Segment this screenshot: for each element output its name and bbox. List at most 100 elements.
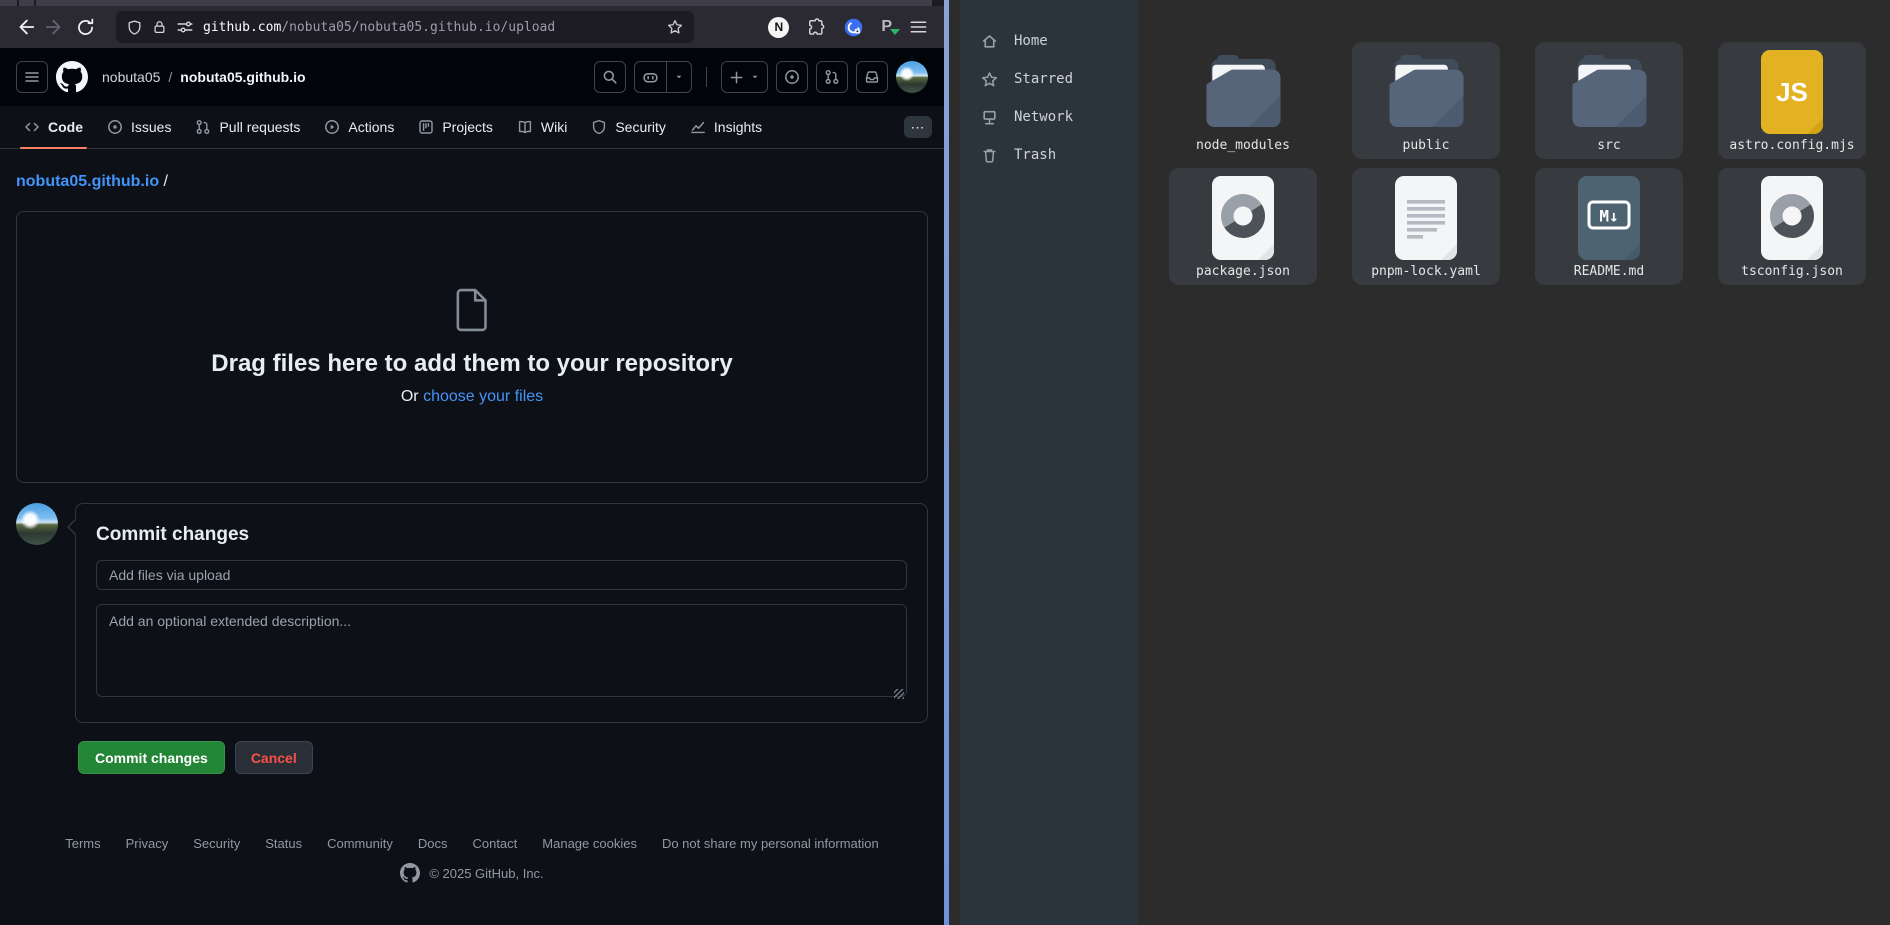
file-tile-pnpm-lock[interactable]: pnpm-lock.yaml (1352, 168, 1500, 285)
breadcrumb-trailing-slash: / (164, 173, 168, 190)
svg-text:JS: JS (1776, 77, 1808, 107)
commit-panel: Commit changes (75, 503, 928, 723)
yaml-file-icon (1395, 176, 1457, 260)
nav-overflow-button[interactable]: ⋯ (904, 116, 932, 138)
footer-link-do-not-share[interactable]: Do not share my personal information (662, 836, 879, 851)
commit-avatar (16, 503, 58, 545)
owner-link[interactable]: nobuta05 (102, 69, 160, 85)
chevron-down-icon (674, 72, 684, 82)
plus-icon (729, 70, 744, 85)
trash-icon (981, 147, 998, 164)
copilot-button[interactable] (634, 61, 692, 93)
footer-copyright: © 2025 GitHub, Inc. (16, 863, 928, 883)
footer-link-docs[interactable]: Docs (418, 836, 448, 851)
github-header: nobuta05 / nobuta05.github.io (0, 48, 944, 106)
extensions-puzzle-icon[interactable] (806, 17, 826, 37)
file-tile-node-modules[interactable]: node_modules (1169, 42, 1317, 159)
commit-description-textarea[interactable] (96, 604, 907, 697)
tab-actions[interactable]: Actions (314, 106, 404, 148)
file-manager-window: Home Starred Network Trash node_modules (944, 0, 1890, 925)
tab-pull-requests[interactable]: Pull requests (185, 106, 310, 148)
network-icon (981, 109, 998, 126)
tab-security[interactable]: Security (581, 106, 676, 148)
play-circle-icon (324, 119, 340, 135)
tab-code[interactable]: Code (14, 106, 93, 148)
upload-page-main: nobuta05.github.io / Drag files here to … (0, 173, 944, 883)
git-pull-request-icon (824, 69, 840, 85)
sidebar-item-network[interactable]: Network (960, 98, 1138, 136)
file-tile-tsconfig[interactable]: tsconfig.json (1718, 168, 1866, 285)
github-logo[interactable] (56, 61, 88, 93)
user-avatar[interactable] (896, 61, 928, 93)
file-manager-sidebar: Home Starred Network Trash (960, 0, 1138, 925)
repo-breadcrumb: nobuta05 / nobuta05.github.io (102, 69, 306, 85)
sidebar-item-home[interactable]: Home (960, 22, 1138, 60)
extension-area: N P (768, 17, 934, 38)
file-tile-src[interactable]: src (1535, 42, 1683, 159)
bookmark-star-icon[interactable] (666, 18, 684, 36)
file-tile-package-json[interactable]: package.json (1169, 168, 1317, 285)
search-button[interactable] (594, 61, 626, 93)
url-bar[interactable]: github.com/nobuta05/nobuta05.github.io/u… (116, 11, 694, 43)
file-tile-public[interactable]: public (1352, 42, 1500, 159)
url-text[interactable]: github.com/nobuta05/nobuta05.github.io/u… (203, 20, 657, 35)
url-host: github.com (203, 20, 281, 35)
file-tile-astro-config[interactable]: JS astro.config.mjs (1718, 42, 1866, 159)
permissions-icon[interactable] (176, 20, 194, 34)
lock-icon[interactable] (152, 19, 167, 35)
forward-arrow-icon (44, 16, 66, 38)
issue-opened-icon (107, 119, 123, 135)
extension-n-icon[interactable]: N (768, 17, 789, 38)
tab-insights[interactable]: Insights (680, 106, 772, 148)
menu-hamburger-icon[interactable] (909, 19, 928, 35)
footer-link-contact[interactable]: Contact (472, 836, 517, 851)
sidebar-item-starred[interactable]: Starred (960, 60, 1138, 98)
issue-opened-icon (784, 69, 800, 85)
repo-link[interactable]: nobuta05.github.io (180, 69, 305, 85)
copilot-icon[interactable] (635, 62, 666, 92)
copilot-dropdown[interactable] (666, 62, 691, 92)
choose-your-files-link[interactable]: choose your files (423, 388, 543, 405)
footer-link-security[interactable]: Security (193, 836, 240, 851)
forward-button[interactable] (40, 12, 70, 42)
tab-projects[interactable]: Projects (408, 106, 503, 148)
repo-root-link[interactable]: nobuta05.github.io (16, 173, 159, 190)
search-icon (602, 69, 618, 85)
url-path: /nobuta05/nobuta05.github.io/upload (281, 20, 555, 35)
repo-nav-tabs: Code Issues Pull requests Actions Projec… (0, 106, 944, 149)
code-icon (24, 119, 40, 135)
reload-button[interactable] (70, 12, 100, 42)
cancel-button[interactable]: Cancel (235, 741, 313, 774)
footer-link-community[interactable]: Community (327, 836, 393, 851)
project-table-icon (418, 119, 434, 135)
upload-breadcrumb: nobuta05.github.io / (16, 173, 928, 191)
back-arrow-icon (14, 16, 36, 38)
tab-issues[interactable]: Issues (97, 106, 181, 148)
commit-message-input[interactable] (96, 560, 907, 590)
pull-requests-header-button[interactable] (816, 61, 848, 93)
file-tile-readme[interactable]: M↓ README.md (1535, 168, 1683, 285)
star-icon (981, 71, 998, 88)
footer-link-privacy[interactable]: Privacy (126, 836, 169, 851)
home-icon (981, 33, 998, 50)
footer-links: Terms Privacy Security Status Community … (16, 836, 928, 851)
reload-icon (75, 17, 96, 38)
footer-link-terms[interactable]: Terms (65, 836, 100, 851)
tab-wiki[interactable]: Wiki (507, 106, 577, 148)
commit-changes-button[interactable]: Commit changes (78, 741, 225, 774)
file-outline-icon (454, 288, 490, 332)
github-sidebar-menu-button[interactable] (16, 61, 48, 93)
footer-link-status[interactable]: Status (265, 836, 302, 851)
footer-link-manage-cookies[interactable]: Manage cookies (542, 836, 637, 851)
json-file-icon (1212, 176, 1274, 260)
issues-header-button[interactable] (776, 61, 808, 93)
sidebar-item-trash[interactable]: Trash (960, 136, 1138, 174)
inbox-button[interactable] (856, 61, 888, 93)
chevron-down-icon (750, 72, 760, 82)
file-dropzone[interactable]: Drag files here to add them to your repo… (16, 211, 928, 483)
back-button[interactable] (10, 12, 40, 42)
password-extension-icon[interactable]: P (881, 18, 892, 36)
tracking-shield-icon[interactable] (126, 19, 143, 36)
create-new-button[interactable] (721, 61, 768, 93)
privacy-extension-icon[interactable] (843, 17, 864, 38)
